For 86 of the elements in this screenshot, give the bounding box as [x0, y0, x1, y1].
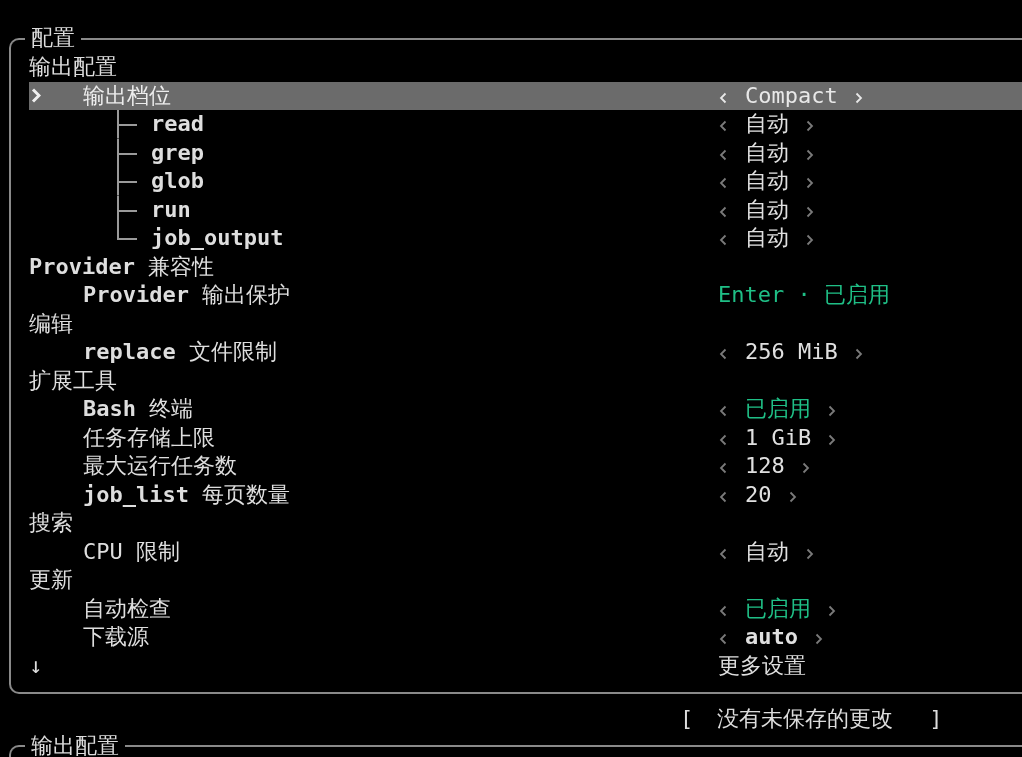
- setting-value: auto: [745, 623, 798, 651]
- chevron-right-icon[interactable]: [828, 433, 837, 446]
- setting-label: Bash 终端: [83, 395, 194, 423]
- setting-row[interactable]: Bash 终端 已启用: [29, 395, 1022, 424]
- chevron-left-icon[interactable]: [719, 490, 727, 503]
- chevron-left-icon[interactable]: [719, 604, 727, 617]
- setting-row[interactable]: 任务存储上限 1 GiB: [29, 423, 1022, 452]
- chevron-right-icon[interactable]: [801, 462, 810, 475]
- setting-row[interactable]: job_list 每页数量 20: [29, 480, 1022, 509]
- status-message: 没有未保存的更改: [717, 705, 894, 733]
- tree-branch-icon: [117, 167, 137, 196]
- chevron-right-icon[interactable]: [806, 234, 814, 247]
- setting-label: replace 文件限制: [83, 338, 277, 366]
- setting-row[interactable]: job_output 自动: [29, 224, 1022, 253]
- chevron-right-icon[interactable]: [806, 177, 814, 190]
- chevron-right-icon[interactable]: [815, 633, 823, 646]
- chevron-left-icon[interactable]: [719, 148, 727, 161]
- panel-title: 输出配置: [25, 734, 125, 757]
- chevron-right-icon[interactable]: [806, 120, 814, 133]
- section-heading: 输出配置: [29, 53, 117, 81]
- setting-value: 已启用: [745, 395, 811, 423]
- setting-value: 20: [745, 480, 772, 509]
- setting-label: job_list 每页数量: [83, 480, 291, 509]
- chevron-right-icon[interactable]: [806, 205, 814, 218]
- setting-value: 已启用: [745, 594, 811, 623]
- setting-row[interactable]: 自动检查 已启用: [29, 594, 1022, 623]
- setting-row[interactable]: grep 自动: [29, 138, 1022, 167]
- setting-label: read: [151, 110, 204, 138]
- setting-label: 最大运行任务数: [83, 452, 237, 480]
- setting-label: run: [151, 195, 191, 224]
- chevron-left-icon[interactable]: [719, 120, 727, 133]
- chevron-right-icon[interactable]: [788, 490, 797, 503]
- setting-row[interactable]: 最大运行任务数 128: [29, 452, 1022, 481]
- scroll-down-indicator: ↓: [29, 651, 43, 680]
- setting-label: 任务存储上限: [83, 423, 215, 452]
- setting-value: 128: [745, 452, 785, 480]
- chevron-right-icon[interactable]: [806, 148, 814, 161]
- setting-value: 自动: [745, 110, 789, 138]
- chevron-left-icon[interactable]: [719, 205, 727, 218]
- chevron-right-icon[interactable]: [854, 348, 863, 361]
- setting-label: Provider 输出保护: [83, 281, 291, 309]
- status-bracket: ]: [929, 705, 943, 733]
- chevron-left-icon[interactable]: [719, 405, 727, 418]
- section-heading: 扩展工具: [29, 366, 117, 395]
- chevron-left-icon[interactable]: [719, 433, 727, 446]
- section-heading: 更新: [29, 566, 73, 594]
- chevron-left-icon[interactable]: [719, 462, 727, 475]
- section-heading: 编辑: [29, 309, 73, 338]
- setting-row[interactable]: glob 自动: [29, 167, 1022, 196]
- status-bracket: [: [680, 705, 694, 733]
- chevron-left-icon[interactable]: [719, 633, 727, 646]
- chevron-left-icon[interactable]: [719, 348, 727, 361]
- setting-value: Compact: [745, 81, 838, 110]
- tree-branch-icon: [117, 110, 137, 139]
- setting-row[interactable]: 下载源 auto: [29, 623, 1022, 652]
- chevron-left-icon[interactable]: [719, 177, 727, 190]
- section-heading: Provider 兼容性: [29, 252, 215, 281]
- setting-label: job_output: [151, 224, 284, 252]
- setting-row[interactable]: read 自动: [29, 110, 1022, 139]
- chevron-right-icon[interactable]: [828, 405, 836, 418]
- setting-label: CPU 限制: [83, 537, 180, 566]
- chevron-right-icon[interactable]: [828, 604, 836, 617]
- setting-label: 下载源: [83, 623, 149, 651]
- setting-row[interactable]: run 自动: [29, 195, 1022, 224]
- setting-value: 自动: [745, 195, 789, 224]
- setting-label: 自动检查: [83, 594, 171, 623]
- selection-marker-icon: [31, 88, 41, 104]
- setting-value: 自动: [745, 167, 789, 195]
- setting-row[interactable]: replace 文件限制 256 MiB: [29, 338, 1022, 367]
- setting-value: 1 GiB: [745, 423, 812, 452]
- setting-row[interactable]: Provider 输出保护 Enter · 已启用: [29, 281, 1022, 310]
- setting-label: 输出档位: [83, 81, 171, 110]
- chevron-left-icon[interactable]: [719, 234, 727, 247]
- more-settings-link[interactable]: 更多设置: [718, 651, 806, 680]
- section-heading: 搜索: [29, 509, 73, 537]
- chevron-left-icon[interactable]: [719, 547, 727, 560]
- setting-label: glob: [151, 167, 204, 195]
- setting-value: 自动: [745, 138, 789, 167]
- setting-value: 自动: [745, 537, 789, 566]
- action-status: Enter · 已启用: [718, 281, 890, 309]
- chevron-right-icon[interactable]: [806, 547, 814, 560]
- setting-value: 自动: [745, 224, 789, 252]
- setting-row[interactable]: CPU 限制 自动: [29, 537, 1022, 566]
- setting-label: grep: [151, 138, 204, 167]
- setting-value: 256 MiB: [745, 338, 838, 366]
- tree-branch-icon: [117, 138, 137, 167]
